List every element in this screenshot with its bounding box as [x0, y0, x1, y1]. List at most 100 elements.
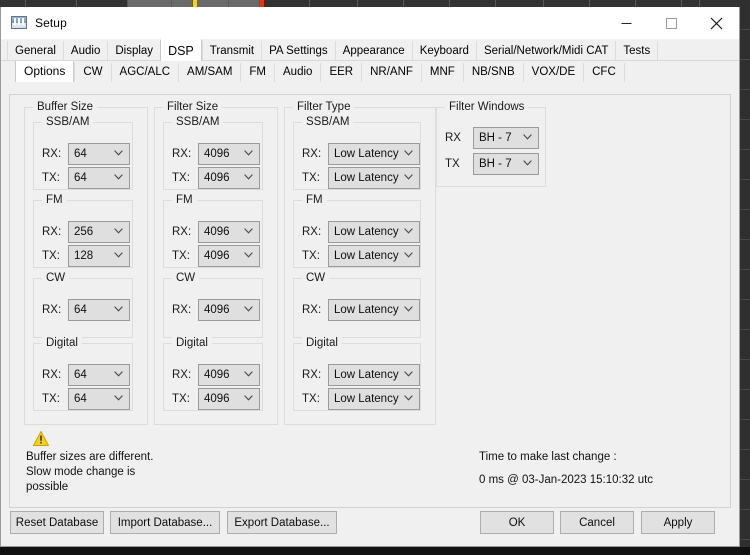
combo-buffer_size-digital-tx[interactable]: 64: [68, 388, 130, 410]
minimize-icon[interactable]: [604, 7, 649, 39]
combo-buffer_size-digital-rx[interactable]: 64: [68, 364, 130, 386]
section-buffer_size-digital: Digital RX: 64 TX: 64: [33, 337, 133, 411]
combo-filter_size-cw-rx[interactable]: 4096: [198, 299, 260, 321]
row: RX: Low Latency: [302, 364, 420, 386]
combo-filter-window-tx-value: BH - 7: [479, 158, 512, 170]
cancel-button[interactable]: Cancel: [560, 511, 634, 534]
section-title: CW: [302, 272, 330, 284]
subtab-eer[interactable]: EER: [320, 63, 362, 82]
tab-general[interactable]: General: [7, 41, 63, 61]
combo-filter-window-tx[interactable]: BH - 7: [473, 153, 539, 175]
subtab-mnf[interactable]: MNF: [420, 63, 463, 82]
subtab-cw[interactable]: CW: [74, 63, 111, 82]
combo-filter-window-rx[interactable]: BH - 7: [473, 127, 539, 149]
combo-filter_type-fm-rx[interactable]: Low Latency: [328, 221, 420, 243]
chevron-down-icon: [114, 228, 123, 236]
maximize-icon[interactable]: [649, 7, 694, 39]
combo-filter_size-cw-rx-value: 4096: [204, 304, 230, 316]
combo-buffer_size-cw-rx-value: 64: [74, 304, 87, 316]
row: RX: 64: [42, 143, 130, 165]
combo-filter_type-digital-tx-value: Low Latency: [334, 393, 399, 405]
combo-filter_type-ssb-am-rx[interactable]: Low Latency: [328, 143, 420, 165]
dsp-options-panel: Buffer Size SSB/AM RX: 64 TX: 64 FM RX: 256 TX: 1…: [9, 94, 731, 508]
row-label: RX:: [42, 304, 62, 316]
combo-buffer_size-fm-rx[interactable]: 256: [68, 221, 130, 243]
combo-filter_size-fm-tx[interactable]: 4096: [198, 245, 260, 267]
tab-transmit[interactable]: Transmit: [201, 41, 262, 61]
combo-buffer_size-cw-rx[interactable]: 64: [68, 299, 130, 321]
combo-filter_size-fm-rx[interactable]: 4096: [198, 221, 260, 243]
chevron-down-icon: [404, 174, 413, 182]
window-title: Setup: [35, 16, 67, 30]
row: RX: 256: [42, 221, 130, 243]
combo-buffer_size-fm-rx-value: 256: [74, 226, 94, 238]
combo-filter-window-rx-value: BH - 7: [479, 132, 512, 144]
reset-database-button[interactable]: Reset Database: [10, 511, 104, 534]
subtab-fm[interactable]: FM: [240, 63, 275, 82]
row: RX: 4096: [172, 364, 260, 386]
section-filter_type-digital: Digital RX: Low Latency TX: Low Latency: [293, 337, 421, 411]
combo-filter_type-digital-rx-value: Low Latency: [334, 369, 399, 381]
section-title: FM: [172, 194, 197, 206]
chevron-down-icon: [523, 134, 532, 142]
combo-filter_size-digital-rx[interactable]: 4096: [198, 364, 260, 386]
window-controls: [604, 7, 739, 39]
row-label: RX:: [172, 304, 192, 316]
chevron-down-icon: [244, 150, 253, 158]
combo-filter_type-fm-tx-value: Low Latency: [334, 250, 399, 262]
combo-filter_size-ssb-am-tx[interactable]: 4096: [198, 167, 260, 189]
subtab-nr-anf[interactable]: NR/ANF: [361, 63, 421, 82]
import-database-button[interactable]: Import Database...: [110, 511, 220, 534]
subtab-options[interactable]: Options: [15, 61, 75, 82]
row-label: RX: [445, 132, 461, 144]
row: RX: 64: [42, 299, 130, 321]
combo-buffer_size-ssb-am-tx[interactable]: 64: [68, 167, 130, 189]
subtab-audio[interactable]: Audio: [274, 63, 321, 82]
row: RX BH - 7: [445, 127, 539, 149]
subtab-am-sam[interactable]: AM/SAM: [178, 63, 241, 82]
ok-button[interactable]: OK: [480, 511, 554, 534]
combo-buffer_size-ssb-am-rx[interactable]: 64: [68, 143, 130, 165]
row-label: RX:: [302, 304, 322, 316]
chevron-down-icon: [404, 150, 413, 158]
combo-filter_type-cw-rx[interactable]: Low Latency: [328, 299, 420, 321]
export-database-button[interactable]: Export Database...: [227, 511, 337, 534]
combo-filter_size-ssb-am-rx[interactable]: 4096: [198, 143, 260, 165]
tab-dsp[interactable]: DSP: [160, 39, 202, 61]
row-label: TX:: [42, 250, 60, 262]
combo-buffer_size-fm-tx-value: 128: [74, 250, 94, 262]
chevron-down-icon: [404, 395, 413, 403]
section-title: SSB/AM: [42, 116, 94, 128]
row-label: TX:: [302, 172, 320, 184]
combo-filter_type-digital-rx[interactable]: Low Latency: [328, 364, 420, 386]
tab-tests[interactable]: Tests: [615, 41, 659, 61]
subtab-nb-snb[interactable]: NB/SNB: [462, 63, 523, 82]
row-label: RX:: [172, 226, 192, 238]
combo-filter_type-digital-tx[interactable]: Low Latency: [328, 388, 420, 410]
row: TX BH - 7: [445, 153, 539, 175]
combo-buffer_size-ssb-am-tx-value: 64: [74, 172, 87, 184]
group-filter-size-title: Filter Size: [163, 101, 223, 113]
tab-audio[interactable]: Audio: [62, 41, 108, 61]
tab-pa-settings[interactable]: PA Settings: [261, 41, 335, 61]
tab-keyboard[interactable]: Keyboard: [411, 41, 476, 61]
combo-filter_size-digital-tx[interactable]: 4096: [198, 388, 260, 410]
subtab-vox-de[interactable]: VOX/DE: [522, 63, 584, 82]
close-icon[interactable]: [694, 7, 739, 39]
subtab-agc-alc[interactable]: AGC/ALC: [110, 63, 179, 82]
combo-filter_size-ssb-am-rx-value: 4096: [204, 148, 230, 160]
combo-filter_type-ssb-am-tx[interactable]: Low Latency: [328, 167, 420, 189]
tab-appearance[interactable]: Appearance: [334, 41, 412, 61]
tab-display[interactable]: Display: [107, 41, 161, 61]
section-title: Digital: [302, 337, 342, 349]
section-filter_size-ssb-am: SSB/AM RX: 4096 TX: 4096: [163, 116, 263, 190]
subtab-cfc[interactable]: CFC: [583, 63, 625, 82]
apply-button[interactable]: Apply: [641, 511, 715, 534]
combo-buffer_size-fm-tx[interactable]: 128: [68, 245, 130, 267]
tab-serial-network-midi-cat[interactable]: Serial/Network/Midi CAT: [475, 41, 616, 61]
chevron-down-icon: [244, 174, 253, 182]
chevron-down-icon: [404, 228, 413, 236]
chevron-down-icon: [244, 306, 253, 314]
combo-filter_type-fm-tx[interactable]: Low Latency: [328, 245, 420, 267]
row: TX: Low Latency: [302, 245, 420, 267]
